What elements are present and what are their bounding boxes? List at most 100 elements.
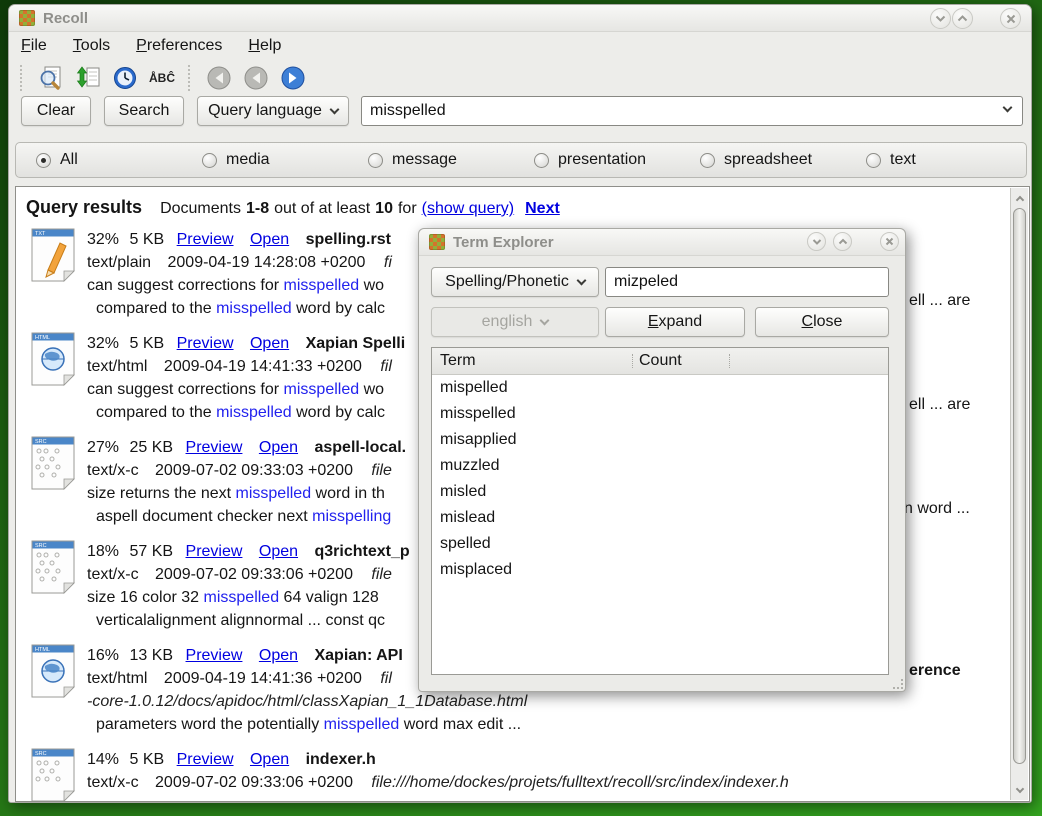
source-code-icon[interactable]: SRC (30, 748, 76, 802)
mime-type: text/x-c (87, 566, 139, 583)
sort-parameters-icon[interactable] (74, 64, 102, 92)
menu-help[interactable]: Help (248, 37, 281, 55)
filter-radio-text[interactable]: text (866, 151, 916, 169)
open-link[interactable]: Open (259, 543, 298, 560)
radio-icon (202, 153, 217, 168)
filter-radio-message[interactable]: message (368, 151, 457, 169)
term-row[interactable]: spelled (432, 531, 888, 557)
source-code-icon[interactable]: SRC (30, 436, 76, 490)
abstract-fragment: ell ... are (909, 393, 970, 416)
toolbar-drag-handle[interactable] (20, 65, 25, 91)
term-table-header[interactable]: Term Count (432, 348, 888, 375)
file-url: fil (380, 670, 392, 687)
maximize-icon[interactable] (952, 8, 973, 29)
file-url: fil (380, 358, 392, 375)
result-title: Xapian Spelli (306, 335, 406, 352)
result-title: aspell-local. (314, 439, 406, 456)
term-explorer-spell-icon[interactable]: ÅBĈ (148, 64, 176, 92)
file-date: 2009-07-02 09:33:06 +0200 (155, 774, 353, 791)
sort-by-date-icon[interactable] (111, 64, 139, 92)
dialog-titlebar[interactable]: Term Explorer (419, 229, 905, 256)
open-link[interactable]: Open (250, 231, 289, 248)
html-document-icon[interactable]: HTML (30, 332, 76, 386)
scroll-up-icon[interactable] (1013, 191, 1026, 204)
menu-file[interactable]: File (21, 37, 47, 55)
results-scrollbar[interactable] (1010, 188, 1028, 800)
relevance-percent: 32% (87, 231, 119, 248)
first-page-icon[interactable] (205, 64, 233, 92)
language-select: english (431, 307, 599, 337)
next-page-link[interactable]: Next (525, 200, 560, 218)
term-row[interactable]: misplaced (432, 557, 888, 583)
filter-radio-media[interactable]: media (202, 151, 270, 169)
query-language-select[interactable]: Query language (197, 96, 349, 126)
filter-radio-presentation[interactable]: presentation (534, 151, 646, 169)
close-icon[interactable] (880, 232, 899, 251)
term-row[interactable]: mispelled (432, 375, 888, 401)
minimize-icon[interactable] (930, 8, 951, 29)
open-link[interactable]: Open (250, 335, 289, 352)
open-link[interactable]: Open (259, 647, 298, 664)
term-row[interactable]: muzzled (432, 453, 888, 479)
document-preview-icon[interactable] (37, 64, 65, 92)
relevance-percent: 32% (87, 335, 119, 352)
file-date: 2009-04-19 14:41:33 +0200 (164, 358, 362, 375)
svg-text:TXT: TXT (35, 231, 46, 237)
search-input[interactable] (361, 96, 1023, 126)
relevance-percent: 16% (87, 647, 119, 664)
file-date: 2009-04-19 14:28:08 +0200 (168, 254, 366, 271)
preview-link[interactable]: Preview (186, 439, 243, 456)
resize-grip[interactable] (893, 679, 903, 689)
highlighted-term: misspelled (216, 300, 292, 317)
minimize-icon[interactable] (807, 232, 826, 251)
scroll-down-icon[interactable] (1013, 784, 1026, 797)
preview-link[interactable]: Preview (177, 751, 234, 768)
html-document-icon[interactable]: HTML (30, 644, 76, 698)
filter-radio-all[interactable]: All (36, 151, 78, 169)
preview-link[interactable]: Preview (186, 543, 243, 560)
radio-icon (368, 153, 383, 168)
open-link[interactable]: Open (250, 751, 289, 768)
source-code-icon[interactable]: SRC (30, 540, 76, 594)
show-query-link[interactable]: (show query) (422, 200, 514, 218)
radio-icon (700, 153, 715, 168)
main-titlebar[interactable]: Recoll (9, 5, 1031, 32)
preview-link[interactable]: Preview (177, 231, 234, 248)
dialog-close-button[interactable]: Close (755, 307, 889, 337)
close-icon[interactable] (1000, 8, 1021, 29)
toolbar-drag-handle[interactable] (188, 65, 193, 91)
preview-link[interactable]: Preview (177, 335, 234, 352)
term-input[interactable] (605, 267, 889, 297)
preview-link[interactable]: Preview (186, 647, 243, 664)
menu-tools[interactable]: Tools (73, 37, 110, 55)
menu-preferences[interactable]: Preferences (136, 37, 222, 55)
file-url-continued: -core-1.0.12/docs/apidoc/html/classXapia… (87, 693, 527, 710)
text-document-icon[interactable]: TXT (30, 228, 76, 282)
expand-button[interactable]: Expand (605, 307, 745, 337)
next-page-icon[interactable] (279, 64, 307, 92)
file-size: 5 KB (129, 335, 164, 352)
clear-button[interactable]: Clear (21, 96, 91, 126)
term-row[interactable]: mislead (432, 505, 888, 531)
file-size: 25 KB (129, 439, 173, 456)
result-title: spelling.rst (306, 231, 391, 248)
term-row[interactable]: misled (432, 479, 888, 505)
count-column-header[interactable]: Count (639, 352, 729, 370)
open-link[interactable]: Open (259, 439, 298, 456)
file-date: 2009-07-02 09:33:03 +0200 (155, 462, 353, 479)
term-row[interactable]: misspelled (432, 401, 888, 427)
search-button[interactable]: Search (104, 96, 184, 126)
radio-icon (534, 153, 549, 168)
toolbar: ÅBĈ (9, 60, 1031, 96)
highlighted-term: misspelled (284, 381, 360, 398)
relevance-percent: 18% (87, 543, 119, 560)
mime-type: text/plain (87, 254, 151, 271)
maximize-icon[interactable] (833, 232, 852, 251)
term-mode-select[interactable]: Spelling/Phonetic (431, 267, 599, 297)
term-row[interactable]: misapplied (432, 427, 888, 453)
previous-page-icon[interactable] (242, 64, 270, 92)
filter-radio-spreadsheet[interactable]: spreadsheet (700, 151, 812, 169)
highlighted-term: misspelled (236, 485, 312, 502)
scrollbar-thumb[interactable] (1013, 208, 1026, 764)
term-column-header[interactable]: Term (432, 352, 632, 370)
